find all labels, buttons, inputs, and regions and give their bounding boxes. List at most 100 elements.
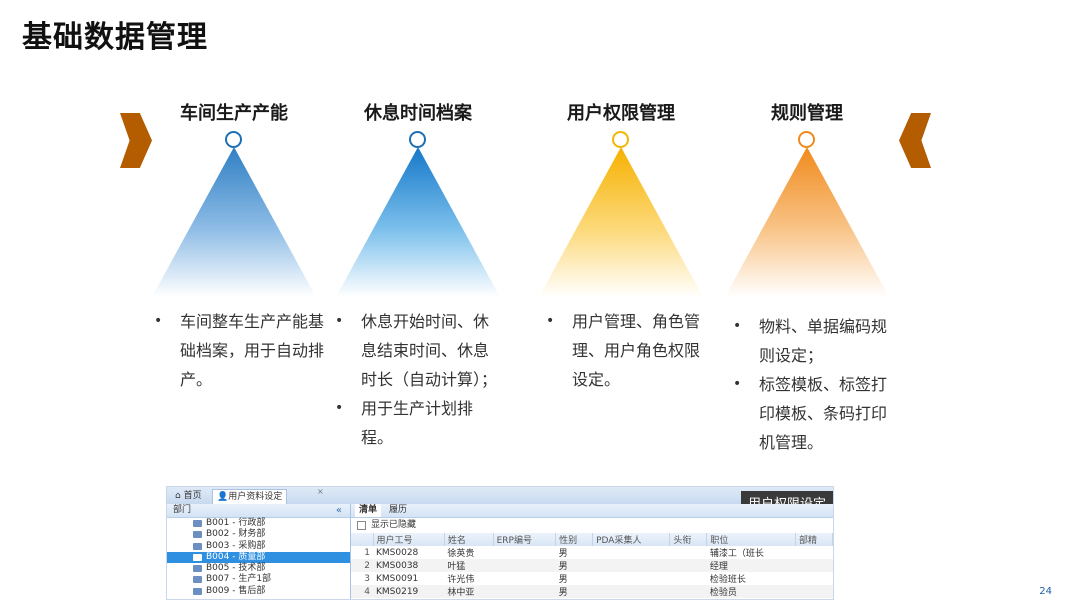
cell: 3: [364, 573, 370, 584]
cell: 检验班长: [709, 575, 746, 585]
bullet-list-rules: 物料、单据编码规则设定； 标签模板、标签打印模板、条码打印机管理。: [733, 312, 893, 457]
ring-marker-icon: [798, 131, 815, 148]
department-header: 部门 «: [167, 504, 350, 518]
bullet-item: 用于生产计划排程。: [335, 394, 501, 452]
column-header[interactable]: 用户工号: [373, 533, 445, 546]
user-list-panel: 清单 履历 显示已隐藏 用户工号 姓名 ERP编号 性别 PDA采集人 头衔 职…: [351, 504, 833, 599]
tab-list[interactable]: 清单: [355, 504, 382, 517]
light-beam-decoration: [336, 147, 500, 297]
cell: [593, 546, 670, 559]
cell: KMS0219: [373, 585, 445, 598]
column-header[interactable]: ERP编号: [493, 533, 557, 546]
cell: 2: [351, 559, 373, 572]
column-header[interactable]: PDA采集人: [592, 533, 671, 546]
department-item[interactable]: B003 - 采购部: [167, 541, 350, 552]
cell: [592, 559, 670, 572]
cell: 经理: [706, 559, 796, 572]
show-hidden-label: 显示已隐藏: [371, 520, 417, 530]
column-heading-capacity: 车间生产产能: [180, 103, 288, 124]
light-beam-decoration: [725, 147, 889, 297]
cell: [795, 585, 833, 598]
cell: [593, 572, 670, 585]
cell: [670, 546, 707, 559]
table-row[interactable]: 4 KMS0219 林中亚 男 检验员: [351, 585, 833, 598]
collapse-icon[interactable]: «: [336, 504, 342, 517]
bullet-list-capacity: 车间整车生产产能基础档案，用于自动排产。: [154, 307, 328, 394]
ring-marker-icon: [409, 131, 426, 148]
tab-bar: ⌂ 首页 👤用户资料设定 × 用户权限设定: [167, 487, 833, 514]
cell: [670, 572, 707, 585]
tab-home[interactable]: ⌂ 首页: [171, 489, 206, 503]
cell: KMS0038: [373, 559, 445, 572]
table-row[interactable]: 1 KMS0028 徐英贵 男 辅漆工（班长: [351, 546, 833, 560]
ring-marker-icon: [225, 131, 242, 148]
department-item[interactable]: B002 - 财务部: [167, 529, 350, 540]
cell: 林中亚: [444, 585, 494, 598]
bullet-item: 物料、单据编码规则设定；: [733, 312, 893, 370]
light-beam-decoration: [152, 147, 316, 297]
cell: 男: [558, 575, 568, 585]
column-header: [351, 533, 374, 546]
cell: 辅漆工（班长: [709, 549, 764, 559]
bullet-list-rest-time: 休息开始时间、休息结束时间、休息时长（自动计算）； 用于生产计划排程。: [335, 307, 501, 452]
table-header-row: 用户工号 姓名 ERP编号 性别 PDA采集人 头衔 职位 部精: [351, 533, 833, 546]
cell: KMS0028: [376, 547, 419, 558]
column-header[interactable]: 性别: [555, 533, 594, 546]
page-number: 24: [1039, 586, 1052, 597]
bullet-list-permissions: 用户管理、角色管理、用户角色权限设定。: [546, 307, 706, 394]
bullet-item: 车间整车生产产能基础档案，用于自动排产。: [154, 307, 328, 394]
column-header[interactable]: 部精: [795, 533, 833, 546]
column-header[interactable]: 头衔: [669, 533, 708, 546]
column-heading-permissions: 用户权限管理: [567, 103, 675, 124]
bullet-item: 用户管理、角色管理、用户角色权限设定。: [546, 307, 706, 394]
cell: 男: [555, 585, 593, 598]
cell: [669, 585, 707, 598]
cell: 许光伟: [447, 575, 475, 585]
cell: [493, 559, 556, 572]
show-hidden-checkbox[interactable]: [357, 521, 366, 530]
cell: [796, 572, 833, 585]
page-title: 基础数据管理: [22, 20, 208, 55]
cell: 检验员: [706, 585, 796, 598]
bullet-item: 标签模板、标签打印模板、条码打印机管理。: [733, 370, 893, 457]
cell: KMS0091: [376, 573, 419, 584]
user-settings-screenshot: ⌂ 首页 👤用户资料设定 × 用户权限设定 部门 « B001 - 行政部 B0…: [166, 486, 834, 600]
cell: 徐英贵: [447, 549, 475, 559]
ring-marker-icon: [612, 131, 629, 148]
tab-history[interactable]: 履历: [385, 504, 411, 517]
cell: [493, 546, 556, 559]
bullet-item: 休息开始时间、休息结束时间、休息时长（自动计算）；: [335, 307, 501, 394]
light-beam-decoration: [539, 147, 703, 297]
department-header-label: 部门: [173, 505, 192, 515]
cell: 4: [351, 585, 373, 598]
department-item[interactable]: B005 - 技术部: [167, 563, 350, 574]
cell: [493, 585, 556, 598]
close-icon[interactable]: ×: [317, 487, 324, 496]
department-item[interactable]: B009 - 售后部: [167, 586, 350, 597]
department-item[interactable]: B001 - 行政部: [167, 518, 350, 529]
department-item[interactable]: B007 - 生产1部: [167, 574, 350, 585]
cell: [493, 572, 556, 585]
user-table: 用户工号 姓名 ERP编号 性别 PDA采集人 头衔 职位 部精 1 KMS00…: [351, 533, 833, 598]
cell: [669, 559, 707, 572]
column-heading-rest-time: 休息时间档案: [364, 103, 472, 124]
table-row[interactable]: 2 KMS0038 叶猛 男 经理: [351, 559, 833, 572]
table-row[interactable]: 3 KMS0091 许光伟 男 检验班长: [351, 572, 833, 586]
cell: 1: [364, 547, 370, 558]
show-hidden-row: 显示已隐藏: [351, 518, 833, 532]
cell: 男: [555, 559, 593, 572]
cell: 男: [558, 549, 568, 559]
cell: [592, 585, 670, 598]
tab-user-settings-label: 用户资料设定: [228, 492, 283, 502]
department-item-selected[interactable]: B004 - 质量部: [167, 551, 350, 564]
tab-home-label: 首页: [183, 491, 202, 501]
cell: 叶猛: [444, 559, 494, 572]
column-header[interactable]: 姓名: [444, 533, 494, 546]
sub-tabs: 清单 履历: [351, 504, 833, 518]
tab-user-settings[interactable]: 👤用户资料设定: [212, 489, 288, 504]
cell: [796, 546, 833, 559]
column-heading-rules: 规则管理: [771, 103, 843, 124]
cell: [795, 559, 833, 572]
department-tree: 部门 « B001 - 行政部 B002 - 财务部 B003 - 采购部 B0…: [167, 504, 351, 599]
column-header[interactable]: 职位: [706, 533, 796, 546]
